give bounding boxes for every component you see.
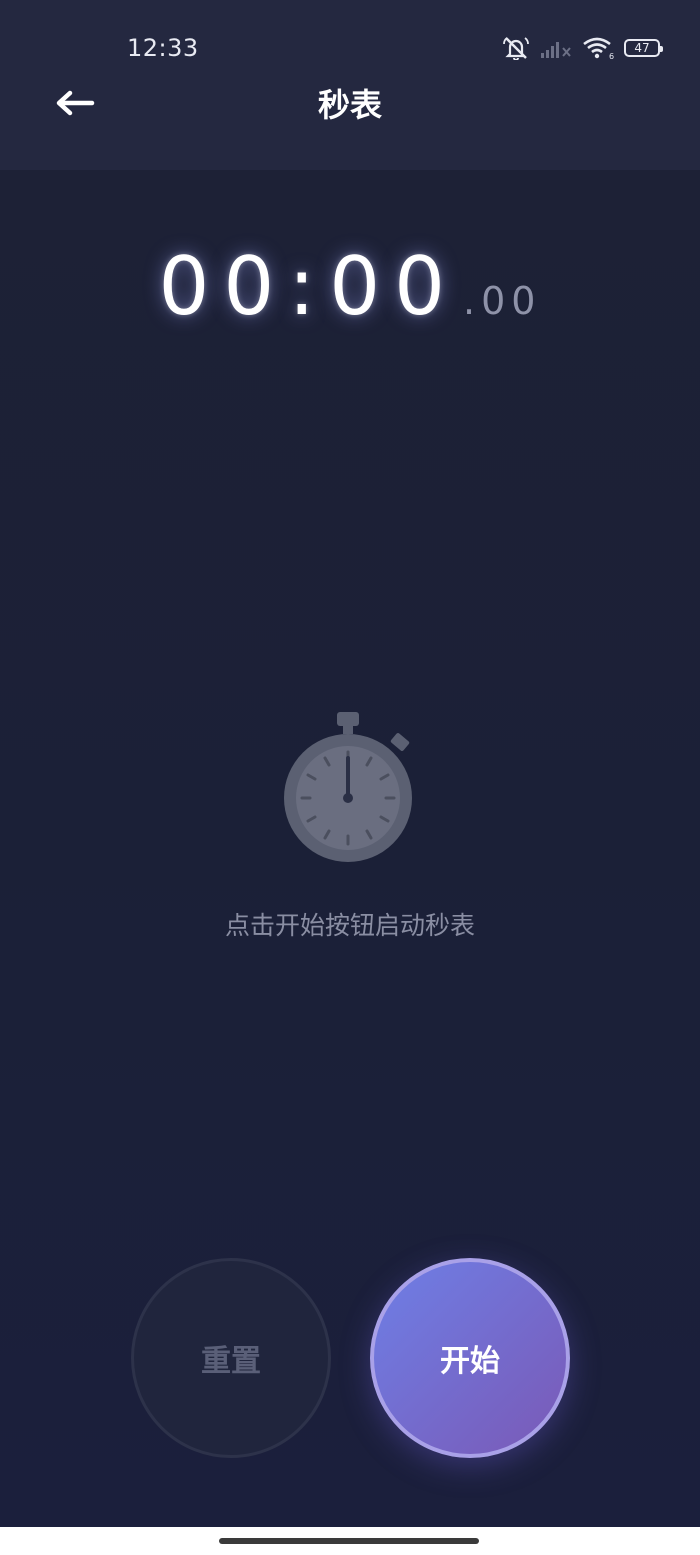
status-time: 12:33 xyxy=(127,34,199,62)
signal-icon xyxy=(541,42,571,58)
bell-muted-icon xyxy=(503,37,529,61)
status-icons: 6 47 xyxy=(502,34,663,62)
page-title: 秒表 xyxy=(317,86,382,124)
home-indicator[interactable] xyxy=(219,1538,479,1544)
battery-level: 47 xyxy=(634,41,650,55)
stopwatch-icon xyxy=(284,712,412,862)
stopwatch-content: 00:00.00 点击开始按钮启动秒表 重置 开始 xyxy=(0,170,700,1527)
hint-text: 点击开始按钮启动秒表 xyxy=(224,911,475,940)
system-nav-bar xyxy=(0,1527,700,1555)
wifi-icon: 6 xyxy=(583,37,614,60)
app-header: 秒表 xyxy=(0,60,700,170)
empty-state: 点击开始按钮启动秒表 xyxy=(0,710,700,942)
svg-text:6: 6 xyxy=(609,52,614,60)
timer-display: 00:00.00 xyxy=(0,240,700,333)
timer-main: 00:00 xyxy=(158,240,460,333)
battery-icon: 47 xyxy=(624,39,663,57)
reset-button[interactable]: 重置 xyxy=(131,1258,331,1458)
start-button[interactable]: 开始 xyxy=(370,1258,570,1458)
timer-fraction: .00 xyxy=(463,279,542,323)
